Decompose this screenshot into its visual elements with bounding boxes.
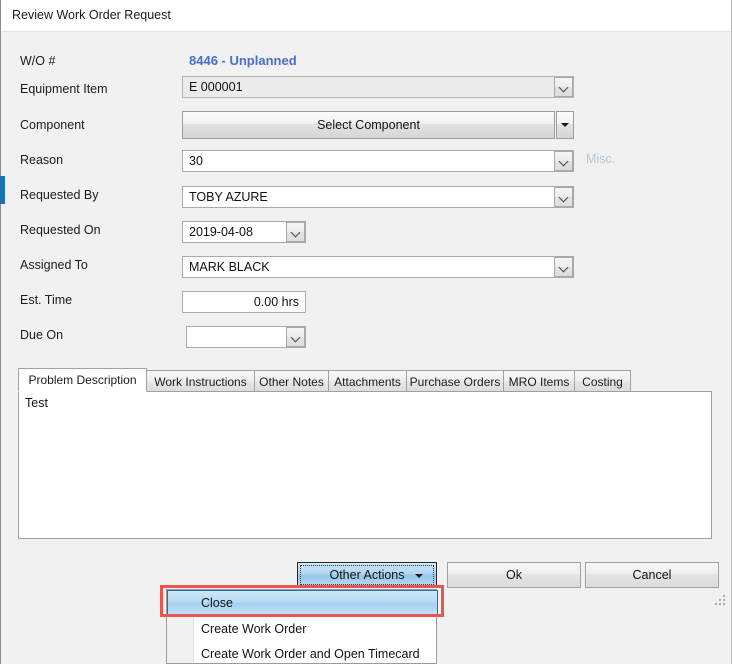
requested-by-dropdown-arrow[interactable] <box>554 187 573 207</box>
cancel-label: Cancel <box>632 568 672 582</box>
tab-label: Costing <box>582 374 623 389</box>
other-actions-dropdown-menu: Close Create Work Order Create Work Orde… <box>166 589 438 666</box>
tab-label: Attachments <box>334 374 401 389</box>
window-title-bar: Review Work Order Request <box>0 0 732 31</box>
menu-item-create-work-order[interactable]: Create Work Order <box>168 616 437 641</box>
reason-note: Misc. <box>586 152 616 166</box>
chevron-down-icon <box>559 263 568 272</box>
label-est-time: Est. Time <box>20 293 73 307</box>
component-split-dropdown-arrow[interactable] <box>556 111 574 139</box>
reason-dropdown-arrow[interactable] <box>554 151 573 171</box>
chevron-down-icon <box>291 333 300 342</box>
chevron-down-icon <box>291 228 300 237</box>
cancel-button[interactable]: Cancel <box>585 562 719 588</box>
assigned-to-value: MARK BLACK <box>189 260 270 274</box>
label-equipment-item: Equipment Item <box>20 82 108 96</box>
window-title: Review Work Order Request <box>12 8 171 22</box>
label-requested-by: Requested By <box>20 188 99 202</box>
assigned-to-dropdown-arrow[interactable] <box>554 257 573 277</box>
tab-purchase-orders[interactable]: Purchase Orders <box>406 370 504 392</box>
tab-label: MRO Items <box>508 374 570 389</box>
est-time-value: 0.00 hrs <box>253 295 299 309</box>
menu-item-label: Create Work Order <box>201 621 307 636</box>
tab-strip: Problem Description Work Instructions Ot… <box>18 368 712 392</box>
label-due-on: Due On <box>20 328 64 342</box>
menu-item-label: Create Work Order and Open Timecard <box>201 646 420 661</box>
requested-by-combobox[interactable]: TOBY AZURE <box>182 186 574 208</box>
label-requested-on: Requested On <box>20 223 101 237</box>
other-actions-button[interactable]: Other Actions <box>297 562 437 588</box>
tab-attachments[interactable]: Attachments <box>328 370 407 392</box>
wo-number-value: 8446 - Unplanned <box>189 53 297 68</box>
tab-other-notes[interactable]: Other Notes <box>254 370 329 392</box>
problem-description-textarea[interactable]: Test <box>18 391 712 539</box>
est-time-input[interactable]: 0.00 hrs <box>182 291 306 313</box>
ok-button[interactable]: Ok <box>447 562 581 588</box>
triangle-down-icon <box>561 123 569 127</box>
label-wo-number: W/O # <box>20 54 56 68</box>
chevron-down-icon <box>559 157 568 166</box>
reason-combobox[interactable]: 30 <box>182 150 574 172</box>
tab-work-instructions[interactable]: Work Instructions <box>146 370 255 392</box>
requested-on-value: 2019-04-08 <box>189 225 253 239</box>
due-on-dropdown-arrow[interactable] <box>286 327 305 347</box>
tab-label: Work Instructions <box>154 374 247 389</box>
equipment-item-combobox[interactable]: E 000001 <box>182 76 574 98</box>
resize-grip[interactable] <box>715 595 726 606</box>
label-component: Component <box>20 118 85 132</box>
assigned-to-combobox[interactable]: MARK BLACK <box>182 256 574 278</box>
tab-label: Other Notes <box>259 374 324 389</box>
active-row-marker <box>0 176 5 204</box>
label-assigned-to: Assigned To <box>20 258 88 272</box>
requested-by-value: TOBY AZURE <box>189 190 268 204</box>
ok-label: Ok <box>506 568 522 582</box>
requested-on-dropdown-arrow[interactable] <box>286 222 305 242</box>
menu-item-label: Close <box>201 595 233 610</box>
reason-value: 30 <box>189 154 203 168</box>
equipment-item-dropdown-arrow[interactable] <box>554 77 573 97</box>
equipment-item-value: E 000001 <box>189 80 243 94</box>
review-work-order-request-window: Review Work Order Request W/O # 8446 - U… <box>0 0 732 664</box>
label-reason: Reason <box>20 153 64 167</box>
select-component-button[interactable]: Select Component <box>182 111 555 139</box>
menu-item-create-work-order-and-open-timecard[interactable]: Create Work Order and Open Timecard <box>168 641 437 666</box>
menu-item-close[interactable]: Close <box>167 590 438 615</box>
tab-mro-items[interactable]: MRO Items <box>503 370 575 392</box>
tab-label: Purchase Orders <box>409 374 501 389</box>
other-actions-label: Other Actions <box>329 568 405 582</box>
triangle-down-icon <box>415 574 423 578</box>
problem-description-value: Test <box>25 396 48 410</box>
chevron-down-icon <box>559 193 568 202</box>
select-component-label: Select Component <box>317 118 420 132</box>
tab-problem-description[interactable]: Problem Description <box>18 368 147 392</box>
tab-label: Problem Description <box>28 373 137 387</box>
tab-costing[interactable]: Costing <box>574 370 631 392</box>
chevron-down-icon <box>559 83 568 92</box>
